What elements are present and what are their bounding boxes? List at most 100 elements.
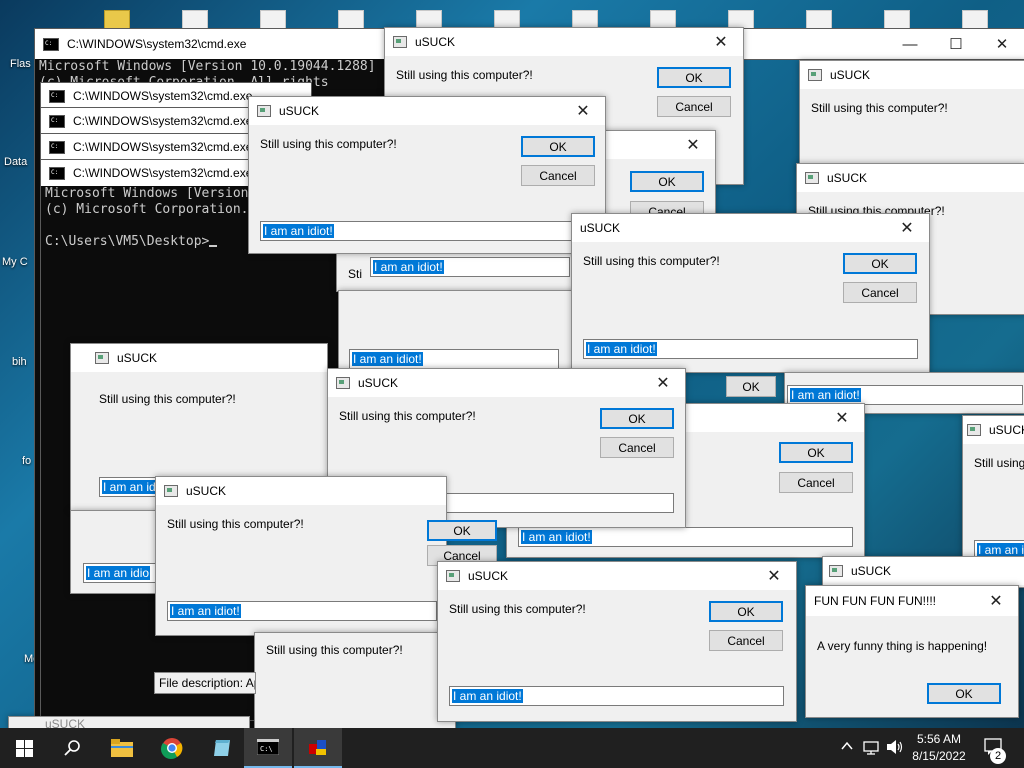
dialog-title: uSUCK [580, 221, 621, 235]
dialog-message: Still using this computer?! [99, 392, 236, 406]
app-icon [829, 565, 843, 577]
dialog-message: Still using this computer?! [449, 602, 586, 616]
dialog-title: uSUCK [415, 35, 456, 49]
cmd-icon [49, 140, 65, 154]
chevron-up-icon[interactable] [840, 739, 854, 756]
ok-button[interactable]: OK [657, 67, 731, 88]
usuck-dialog-16[interactable]: uSUCK ✕ Still using this computer?! OK Ca… [437, 561, 797, 722]
dialog-title: uSUCK [117, 351, 158, 365]
cmd-titlebar[interactable]: C:\WINDOWS\system32\cmd.exe [35, 29, 385, 59]
usuck-dialog-15[interactable]: Still using this computer?! [254, 632, 456, 730]
dialog-input[interactable]: I am an idio [83, 563, 163, 583]
close-icon[interactable]: ✕ [699, 28, 743, 56]
dialog-message: Still using this computer?! [260, 137, 397, 151]
app-icon [95, 352, 109, 364]
desktop-label-fo[interactable]: fo [22, 455, 31, 467]
file-description: File description: Ap [159, 676, 256, 690]
dialog-input[interactable]: I am an idiot! [349, 349, 559, 369]
clock-date[interactable]: 8/15/2022 [910, 749, 968, 763]
ok-button[interactable]: OK [427, 520, 497, 541]
dialog-message: Still using this computer?! [583, 254, 720, 268]
close-icon[interactable]: ✕ [820, 404, 864, 432]
dialog-title: uSUCK [989, 423, 1024, 437]
app-icon[interactable] [294, 728, 342, 768]
notification-count: 2 [990, 748, 1006, 764]
usuck-dialog-14[interactable]: uSUCK Still using this computer?! I am a… [155, 476, 447, 636]
dialog-message: Still using this computer?! [339, 409, 476, 423]
desktop-label-my-computer[interactable]: My C [2, 256, 28, 268]
dialog-input[interactable]: I am an idiot! [449, 686, 784, 706]
cmd-icon[interactable]: C:\ [244, 728, 292, 768]
app-icon [805, 172, 819, 184]
dialog-input[interactable]: I am an idiot! [370, 257, 570, 277]
close-icon[interactable]: ✕ [752, 562, 796, 590]
app-icon [967, 424, 981, 436]
cancel-button[interactable]: Cancel [709, 630, 783, 651]
dialog-input[interactable]: I am an idiot! [787, 385, 1023, 405]
dialog-title: uSUCK [279, 104, 320, 118]
usuck-dialog-7[interactable]: uSUCK ✕ Still using this computer?! OK Ca… [571, 213, 930, 373]
search-icon[interactable] [48, 728, 96, 768]
cmd-title: C:\WINDOWS\system32\cmd.exe [67, 37, 247, 51]
volume-icon[interactable] [886, 739, 904, 758]
cancel-button[interactable]: Cancel [657, 96, 731, 117]
desktop-label-bih[interactable]: bih [12, 356, 27, 368]
dialog-title: uSUCK [468, 569, 509, 583]
cmd-icon [49, 89, 65, 103]
fun-dialog-title: FUN FUN FUN FUN!!!! [814, 594, 936, 608]
close-button[interactable]: ✕ [979, 29, 1024, 59]
dialog-message: Still using t [974, 456, 1024, 470]
ok-button[interactable]: OK [843, 253, 917, 274]
app-icon [446, 570, 460, 582]
cmd-icon [49, 166, 65, 180]
cancel-button[interactable]: Cancel [779, 472, 853, 493]
minimize-button[interactable]: — [887, 29, 933, 59]
app-icon [393, 36, 407, 48]
ok-button[interactable]: OK [779, 442, 853, 463]
windows-start-icon[interactable] [0, 728, 48, 768]
close-icon[interactable]: ✕ [671, 131, 715, 159]
cancel-button[interactable]: Cancel [521, 165, 595, 186]
fun-ok-button[interactable]: OK [927, 683, 1001, 704]
cmd-title: C:\WINDOWS\system32\cmd.exe [73, 114, 253, 128]
dialog-input[interactable]: I am an idiot! [167, 601, 437, 621]
usuck-dialog-2[interactable]: uSUCK Still using this computer?! [799, 60, 1024, 172]
close-icon[interactable]: ✕ [561, 97, 605, 125]
desktop-label-data[interactable]: Data [4, 156, 27, 168]
fun-dialog[interactable]: FUN FUN FUN FUN!!!! ✕ A very funny thing … [805, 585, 1019, 718]
dialog-title: uSUCK [358, 376, 399, 390]
dialog-message: Still using this computer?! [396, 68, 533, 82]
maximize-button[interactable]: ☐ [933, 29, 979, 59]
dialog-message: Still using this computer?! [811, 101, 948, 115]
chrome-icon[interactable] [148, 728, 196, 768]
cmd-window-large[interactable]: — ☐ ✕ [740, 28, 1024, 60]
desktop-label-flash[interactable]: Flas [10, 58, 31, 70]
cmd-title: C:\WINDOWS\system32\cmd.exe [73, 89, 253, 103]
svg-text:C:\: C:\ [260, 745, 273, 753]
ok-button[interactable]: OK [600, 408, 674, 429]
close-icon[interactable]: ✕ [885, 214, 929, 242]
ok-button[interactable]: OK [709, 601, 783, 622]
cmd-title: C:\WINDOWS\system32\cmd.exe [73, 166, 253, 180]
usuck-dialog-6[interactable]: uSUCK ✕ Still using this computer?! OK Ca… [248, 96, 606, 254]
usuck-dialog-11[interactable]: uSUCK Still using t I am an idiot! [962, 415, 1024, 559]
dialog-input[interactable]: I am an idiot! [518, 527, 853, 547]
usuck-dialog-17[interactable]: uSUCK [822, 556, 1024, 588]
cancel-button[interactable]: Cancel [843, 282, 917, 303]
file-explorer-icon[interactable] [98, 728, 146, 768]
network-icon[interactable] [863, 739, 879, 758]
cancel-button[interactable]: Cancel [600, 437, 674, 458]
clock-time[interactable]: 5:56 AM [914, 732, 964, 746]
close-icon[interactable]: ✕ [974, 587, 1018, 615]
ok-button[interactable]: OK [726, 376, 776, 397]
ok-button[interactable]: OK [630, 171, 704, 192]
ok-button[interactable]: OK [521, 136, 595, 157]
taskbar: C:\ 5:56 AM 8/15/2022 2 [0, 728, 1024, 768]
usuck-dialog-5[interactable]: I am an idiot! [338, 290, 580, 372]
dialog-input[interactable]: I am an idiot! [583, 339, 918, 359]
dialog-input[interactable]: I am an idiot! [260, 221, 594, 241]
dialog-title: uSUCK [830, 68, 871, 82]
app-icon [808, 69, 822, 81]
close-icon[interactable]: ✕ [641, 369, 685, 397]
notepad-icon[interactable] [198, 728, 246, 768]
